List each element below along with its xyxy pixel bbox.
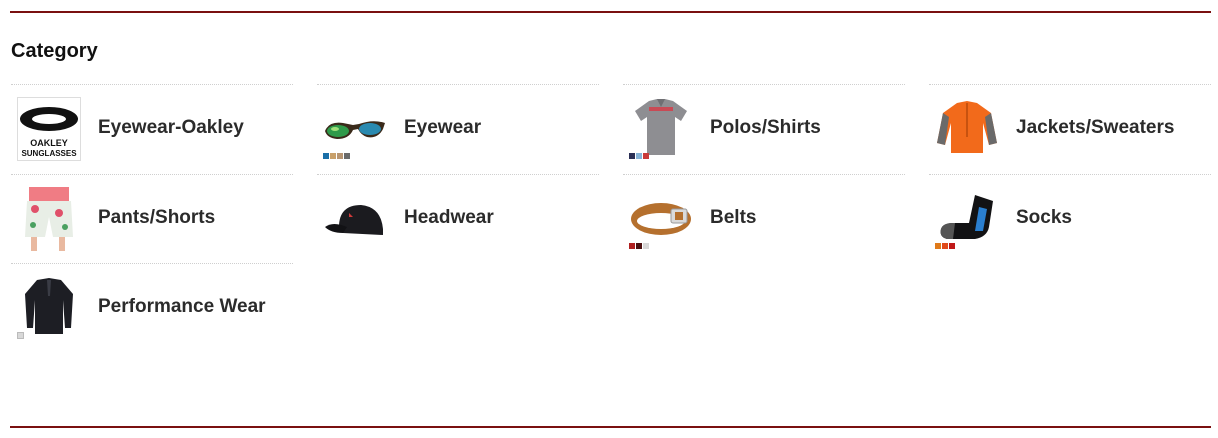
color-swatch[interactable]: [337, 153, 343, 159]
color-swatches: [629, 243, 649, 249]
category-label: Belts: [710, 207, 757, 228]
sock-icon: [935, 187, 999, 251]
category-label: Eyewear: [404, 117, 482, 138]
belt-icon: [629, 187, 693, 251]
color-swatch[interactable]: [636, 243, 642, 249]
category-label: Polos/Shirts: [710, 117, 821, 138]
jacket-icon: [935, 97, 999, 161]
category-performance-wear[interactable]: Performance Wear: [11, 263, 293, 351]
bottom-divider: [10, 426, 1211, 428]
category-jackets-sweaters[interactable]: Jackets/Sweaters: [929, 84, 1211, 172]
color-swatch[interactable]: [17, 332, 24, 339]
category-belts[interactable]: Belts: [623, 174, 905, 262]
cap-icon: [323, 187, 387, 251]
color-swatch[interactable]: [629, 243, 635, 249]
color-swatches: [323, 153, 350, 159]
color-swatch[interactable]: [629, 153, 635, 159]
sunglasses-icon: [323, 97, 387, 161]
oakley-logo-icon: OAKLEY SUNGLASSES: [17, 97, 81, 161]
color-swatch[interactable]: [942, 243, 948, 249]
category-label: Jackets/Sweaters: [1016, 117, 1175, 138]
category-label: Pants/Shorts: [98, 207, 216, 228]
category-label: Performance Wear: [98, 296, 266, 317]
color-swatches: [629, 153, 649, 159]
top-divider: [10, 11, 1211, 13]
category-label: Eyewear-Oakley: [98, 117, 244, 138]
svg-text:SUNGLASSES: SUNGLASSES: [21, 149, 77, 158]
category-label: Headwear: [404, 207, 494, 228]
category-grid: OAKLEY SUNGLASSES Eyewear-Oakley Eyewear: [0, 84, 1218, 354]
color-swatch[interactable]: [949, 243, 955, 249]
color-swatch[interactable]: [643, 153, 649, 159]
color-swatch[interactable]: [330, 153, 336, 159]
color-swatch[interactable]: [344, 153, 350, 159]
svg-text:OAKLEY: OAKLEY: [30, 138, 68, 148]
color-swatch[interactable]: [643, 243, 649, 249]
category-label: Socks: [1016, 207, 1072, 228]
category-pants-shorts[interactable]: Pants/Shorts: [11, 174, 293, 262]
category-polos-shirts[interactable]: Polos/Shirts: [623, 84, 905, 172]
color-swatch[interactable]: [323, 153, 329, 159]
category-eyewear[interactable]: Eyewear: [317, 84, 599, 172]
compression-shirt-icon: [17, 276, 81, 340]
section-heading: Category: [11, 40, 98, 62]
color-swatches: [935, 243, 955, 249]
color-swatches: [17, 332, 24, 339]
shorts-icon: [17, 187, 81, 251]
category-socks[interactable]: Socks: [929, 174, 1211, 262]
category-headwear[interactable]: Headwear: [317, 174, 599, 262]
color-swatch[interactable]: [636, 153, 642, 159]
color-swatch[interactable]: [935, 243, 941, 249]
polo-shirt-icon: [629, 97, 693, 161]
category-eyewear-oakley[interactable]: OAKLEY SUNGLASSES Eyewear-Oakley: [11, 84, 293, 172]
